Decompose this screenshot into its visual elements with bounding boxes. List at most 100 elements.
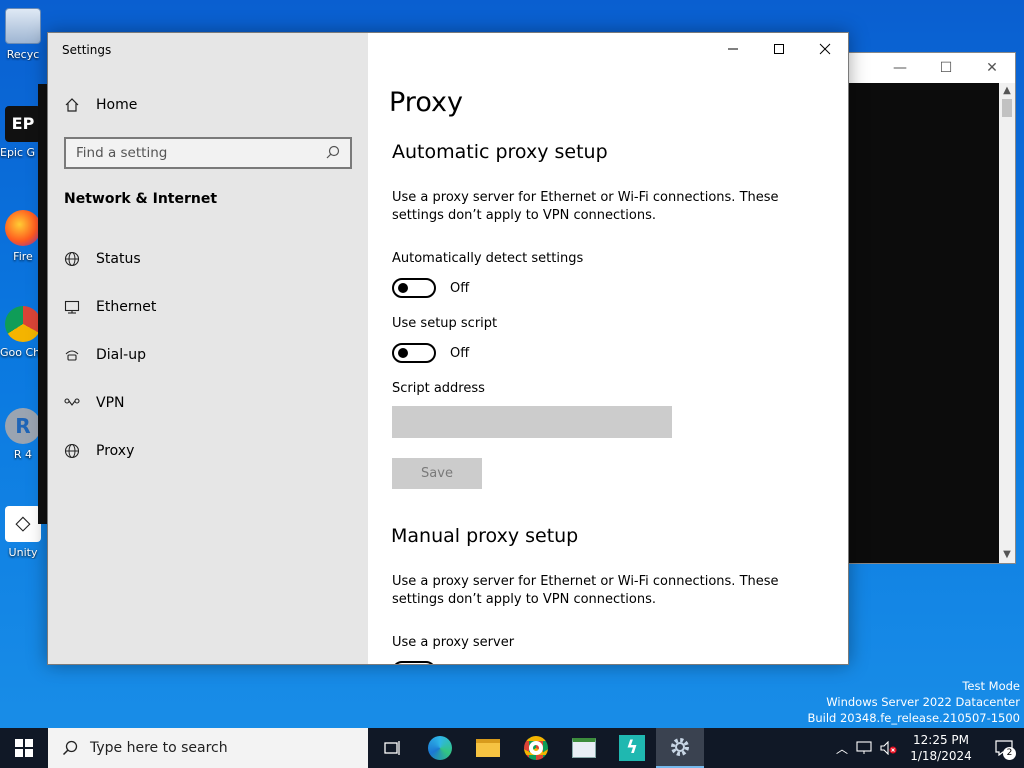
nav-item-vpn[interactable]: VPN — [48, 379, 368, 427]
task-view-button[interactable] — [368, 728, 416, 768]
globe-icon — [64, 443, 80, 459]
setup-script-toggle[interactable]: Off — [392, 343, 469, 363]
desktop-icon-recycle-bin[interactable]: Recyc — [0, 8, 46, 61]
console-window: — ☐ ✕ ▲ ▼ — [848, 52, 1016, 564]
os-watermark: Test Mode Windows Server 2022 Datacenter… — [807, 678, 1020, 726]
folder-icon — [476, 739, 500, 757]
chevron-up-icon[interactable]: ︿ — [836, 740, 848, 757]
manual-proxy-description: Use a proxy server for Ethernet or Wi-Fi… — [392, 574, 779, 607]
close-icon[interactable]: ✕ — [969, 60, 1015, 76]
search-input[interactable] — [76, 145, 326, 161]
minimize-button[interactable] — [710, 41, 756, 61]
auto-detect-state: Off — [450, 280, 470, 296]
taskbar-app-window[interactable] — [560, 728, 608, 768]
taskbar-search[interactable]: Type here to search — [48, 728, 368, 768]
nav-item-label: VPN — [96, 395, 125, 411]
home-icon — [64, 97, 80, 113]
auto-detect-switch[interactable] — [392, 278, 436, 298]
desktop-icon-label: Recyc — [6, 48, 40, 61]
bolt-icon: ϟ — [619, 735, 645, 761]
use-proxy-label: Use a proxy server — [392, 635, 515, 650]
nav-item-label: Dial-up — [96, 347, 146, 363]
maximize-button[interactable] — [756, 41, 802, 61]
taskbar-chrome[interactable] — [512, 728, 560, 768]
manual-proxy-heading: Manual proxy setup — [391, 525, 579, 547]
page-title: Proxy — [389, 87, 463, 118]
windows-logo-icon — [15, 739, 33, 757]
search-box[interactable] — [64, 137, 352, 169]
taskbar: Type here to search ϟ ︿ 12:25 PM 1/18/20… — [0, 728, 1024, 768]
nav-item-label: Proxy — [96, 443, 135, 459]
notification-button[interactable]: 2 — [984, 728, 1024, 768]
task-view-icon — [384, 741, 400, 755]
desktop-icon-label: Unity — [8, 546, 38, 559]
console-titlebar: — ☐ ✕ — [849, 53, 1015, 83]
app-window-icon — [572, 738, 596, 758]
clock-time: 12:25 PM — [913, 733, 969, 747]
auto-detect-toggle[interactable]: Off — [392, 278, 469, 298]
maximize-icon[interactable]: ☐ — [923, 60, 969, 76]
chrome-icon — [5, 306, 41, 342]
minimize-icon[interactable]: — — [877, 60, 923, 76]
nav-home-label: Home — [96, 97, 138, 113]
nav-home[interactable]: Home — [64, 97, 137, 113]
close-icon — [819, 43, 831, 55]
search-icon[interactable] — [326, 144, 340, 163]
clock-date: 1/18/2024 — [910, 749, 972, 763]
scroll-up-icon[interactable]: ▲ — [999, 83, 1015, 99]
unity-icon: ⬦ — [5, 506, 41, 542]
script-address-label: Script address — [392, 381, 485, 396]
settings-sidebar: Settings Home Network & Internet Status — [48, 33, 368, 664]
nav-item-label: Status — [96, 251, 141, 267]
notification-badge: 2 — [1003, 747, 1016, 760]
edge-icon — [428, 736, 452, 760]
r-icon: R — [5, 408, 41, 444]
close-button[interactable] — [802, 41, 848, 61]
dialup-icon — [64, 347, 80, 363]
scroll-down-icon[interactable]: ▼ — [999, 547, 1015, 563]
settings-content: Proxy Automatic proxy setup Use a proxy … — [368, 33, 848, 664]
watermark-line-2: Windows Server 2022 Datacenter — [826, 695, 1020, 709]
nav-item-dialup[interactable]: Dial-up — [48, 331, 368, 379]
globe-icon — [64, 251, 80, 267]
taskbar-edge[interactable] — [416, 728, 464, 768]
taskbar-search-placeholder: Type here to search — [90, 740, 228, 756]
nav-item-ethernet[interactable]: Ethernet — [48, 283, 368, 331]
setup-script-switch[interactable] — [392, 343, 436, 363]
settings-window: Settings Home Network & Internet Status — [47, 32, 849, 665]
network-icon[interactable] — [856, 741, 872, 755]
firefox-icon — [5, 210, 41, 246]
taskbar-settings[interactable] — [656, 728, 704, 768]
taskbar-terminal-app[interactable]: ϟ — [608, 728, 656, 768]
watermark-line-3: Build 20348.fe_release.210507-1500 — [807, 711, 1020, 725]
section-title: Network & Internet — [64, 191, 218, 207]
auto-proxy-heading: Automatic proxy setup — [392, 141, 608, 163]
console-scrollbar[interactable]: ▲ ▼ — [999, 83, 1015, 563]
clock[interactable]: 12:25 PM 1/18/2024 — [906, 732, 976, 764]
recycle-bin-icon — [5, 8, 41, 44]
start-button[interactable] — [0, 728, 48, 768]
setup-script-state: Off — [450, 345, 470, 361]
auto-detect-label: Automatically detect settings — [392, 251, 584, 266]
epic-games-icon: EP — [5, 106, 41, 142]
watermark-line-1: Test Mode — [962, 679, 1020, 693]
minimize-icon — [728, 48, 738, 50]
auto-proxy-description: Use a proxy server for Ethernet or Wi-Fi… — [392, 190, 779, 223]
script-address-input[interactable] — [392, 406, 672, 438]
nav-list: Status Ethernet Dial-up VPN Proxy — [48, 235, 368, 475]
maximize-icon — [774, 44, 784, 54]
taskbar-file-explorer[interactable] — [464, 728, 512, 768]
volume-muted-icon[interactable] — [880, 741, 898, 755]
ethernet-icon — [64, 299, 80, 315]
save-button[interactable]: Save — [392, 458, 482, 489]
console-body[interactable] — [849, 83, 999, 563]
window-title: Settings — [62, 43, 112, 57]
scroll-thumb[interactable] — [1002, 99, 1012, 117]
search-icon — [62, 740, 78, 756]
use-proxy-switch[interactable] — [392, 661, 436, 664]
system-tray: ︿ 12:25 PM 1/18/2024 2 — [836, 728, 1024, 768]
vpn-icon — [64, 395, 80, 411]
gear-icon — [671, 738, 689, 756]
nav-item-proxy[interactable]: Proxy — [48, 427, 368, 475]
nav-item-status[interactable]: Status — [48, 235, 368, 283]
